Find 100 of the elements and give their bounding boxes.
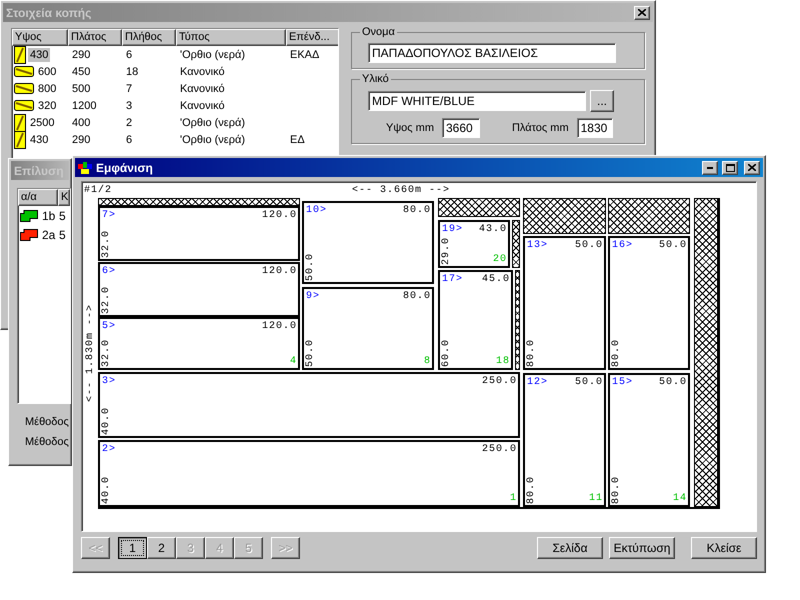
piece-height: 29.0 [442,236,452,265]
table-cell-text: 400 [71,117,92,129]
piece-count: 1 [510,494,517,504]
group-label: Υλικό [360,73,391,85]
close-button[interactable] [634,6,650,20]
piece-width: 80.0 [402,292,431,302]
minimize-icon [707,166,713,168]
piece-width: 50.0 [658,241,687,251]
height-label: Υψος mm [385,122,435,134]
table-cell[interactable]: 2a [40,226,58,242]
column-header[interactable]: Επένδ... [286,29,338,46]
width-field[interactable]: 1830 [576,118,613,138]
cut-piece[interactable]: 19> 43.0 29.0 20 [438,220,510,268]
dialog-button[interactable]: Κλείσε [691,537,757,559]
piece-count: 18 [496,357,510,367]
column-header[interactable]: α/α [18,189,58,206]
height-dimension: <-- 1.830m --> [86,304,96,402]
table-cell-text: Κανονικό [179,66,226,78]
method-tab[interactable]: Μέθοδος [21,436,71,448]
cut-piece[interactable]: 6> 120.0 32.0 [98,262,300,317]
piece-width: 80.0 [402,206,431,216]
cut-piece[interactable]: 7> 120.0 32.0 [98,206,300,261]
table-cell-text: 500 [71,82,92,94]
table-cell-text: 450 [71,66,92,78]
column-header[interactable]: Τύπος [176,29,286,46]
board-flat-icon [14,100,34,111]
close-icon [638,9,646,16]
cut-piece[interactable]: 13> 50.0 80.0 [523,236,606,370]
window-title: Στοιχεία κοπής [6,6,92,20]
minimize-button[interactable] [702,160,718,174]
table-cell[interactable]: 430 [28,48,50,62]
width-dimension: <-- 3.660m --> [352,186,450,196]
page-button[interactable]: 1 [118,537,147,559]
piece-width: 120.0 [262,211,297,221]
sheet-label: #1/2 [84,186,112,196]
piece-height: 60.0 [442,338,452,367]
group-label: Ονομα [360,26,397,38]
cut-piece[interactable]: 16> 50.0 80.0 [608,236,690,370]
piece-number: 15> [612,378,634,388]
piece-number: 2> [102,445,116,455]
table-cell-text: ΕΔ [289,134,306,146]
table-cell-text: 2 [125,117,134,129]
table-cell[interactable]: 2500 [28,116,56,130]
piece-count: 14 [672,494,687,504]
dialog-button[interactable]: Εκτύπωση [609,537,675,559]
piece-number: 12> [527,378,548,388]
column-header[interactable]: K [58,189,70,206]
piece-count: 20 [492,255,507,265]
waste-area [512,220,520,268]
piece-number: 17> [442,275,464,285]
table-cell-text: 'Ορθιο (νερά) [179,117,246,129]
material-field[interactable]: MDF WHITE/BLUE [368,91,586,111]
piece-number: 9> [306,292,320,302]
table-cell[interactable]: 1b [40,208,58,224]
width-label: Πλάτος mm [510,122,570,134]
table-cell-text: 5 [58,228,67,242]
close-button[interactable] [744,160,760,174]
table-cell[interactable]: 320 [36,98,58,112]
table-cell[interactable]: 430 [28,133,50,147]
maximize-button[interactable] [722,160,738,174]
cut-piece[interactable]: 3> 250.0 40.0 [98,372,520,438]
cut-piece[interactable]: 2> 250.0 40.0 1 [98,440,520,507]
table-cell-text: 6 [125,134,134,146]
piece-width: 50.0 [574,241,603,251]
piece-number: 13> [527,241,548,251]
table-cell[interactable]: 800 [36,82,58,96]
cut-piece[interactable]: 9> 80.0 50.0 8 [302,287,434,370]
name-field[interactable]: ΠΑΠΑΔΟΠΟΥΛΟΣ ΒΑΣΙΛΕΙΟΣ [368,43,616,63]
board-upright-icon [14,46,26,64]
piece-height: 80.0 [612,338,622,367]
piece-height: 32.0 [102,338,112,367]
table-cell-text: 290 [71,49,92,61]
dialog-button[interactable]: Σελίδα [537,537,603,559]
column-header[interactable]: Πλάτος [68,29,122,46]
piece-width: 250.0 [482,377,517,387]
table-cell[interactable]: 600 [36,64,58,78]
piece-number: 16> [612,241,634,251]
height-field[interactable]: 3660 [442,118,480,138]
piece-height: 32.0 [102,230,112,258]
board-flat-icon [14,66,34,77]
piece-count: 4 [290,357,297,367]
piece-height: 50.0 [306,252,316,281]
piece-number: 6> [102,267,116,277]
cut-piece[interactable]: 17> 45.0 60.0 18 [438,270,513,370]
table-cell-text: 'Ορθιο (νερά) [179,134,246,146]
piece-number: 5> [102,322,116,332]
method-tab[interactable]: Μέθοδος [21,416,71,428]
cut-piece[interactable]: 12> 50.0 80.0 11 [523,373,606,507]
piece-width: 50.0 [658,378,687,388]
cut-piece[interactable]: 10> 80.0 50.0 [302,201,434,284]
page-button[interactable]: 2 [147,537,176,559]
piece-height: 80.0 [527,476,537,504]
cut-piece[interactable]: 15> 50.0 80.0 14 [608,373,690,507]
cut-piece[interactable]: 5> 120.0 32.0 4 [98,317,300,370]
table-cell-text: 5 [58,208,67,222]
piece-height: 40.0 [102,406,112,435]
column-header[interactable]: Πλήθος [122,29,176,46]
piece-width: 120.0 [262,267,297,277]
column-header[interactable]: Υψος [12,29,68,46]
browse-button[interactable]: ... [590,90,614,112]
